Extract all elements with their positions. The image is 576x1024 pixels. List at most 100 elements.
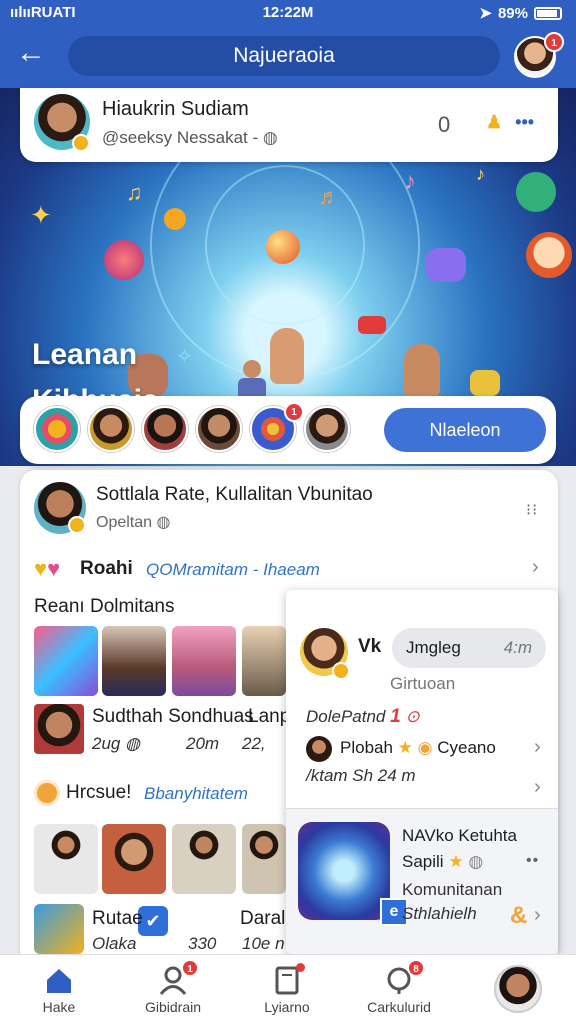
item2-meta-b: 330 (188, 934, 217, 953)
thumbnail[interactable] (242, 824, 286, 894)
more-dots-icon[interactable]: ⁝⁝ (526, 500, 538, 520)
popup-line1: DolePatnd 1 ⊙ (306, 706, 420, 727)
row2-label[interactable]: Hrcsue! (66, 782, 131, 804)
bell-icon[interactable]: ♟ (486, 112, 502, 132)
coin-icon: ◉ (417, 738, 433, 757)
notification-badge: 1 (544, 32, 564, 52)
item1-extra: Lanp (248, 706, 291, 727)
hand-illustration (270, 328, 304, 384)
popup-row-title[interactable]: Plobah ★ ◉ Cyeano (340, 738, 496, 758)
battery-percent: 89% (497, 4, 528, 22)
verified-badge-icon (72, 134, 90, 152)
nav-badge: 8 (407, 959, 425, 977)
nav-profile-avatar[interactable] (494, 965, 542, 1013)
bubble-icon (104, 240, 144, 280)
popup-card: Vk Jmgleg 4:m Girtuoan DolePatnd 1 ⊙ Plo… (286, 590, 558, 954)
item1-title[interactable]: Sudthah Sondhuas (92, 706, 254, 728)
story-avatar[interactable] (196, 406, 242, 452)
battery-icon (534, 6, 562, 20)
row1-label[interactable]: Roahi (80, 558, 133, 580)
globe-icon: ◍ (262, 128, 278, 147)
verified-badge-icon (332, 662, 350, 680)
author-handle: @seeksy Nessakat - ◍ (102, 128, 278, 147)
popup-card-image[interactable] (298, 822, 390, 920)
stories-row: 1 Nlaeleon (20, 396, 556, 464)
author-count: 0 (438, 112, 451, 137)
thumbnail[interactable] (34, 824, 98, 894)
popup-card-line2: Sthlahielh (402, 904, 477, 923)
coin-icon (34, 780, 60, 806)
candy-icon (358, 316, 386, 334)
story-avatar[interactable] (34, 406, 80, 452)
location-icon: ➤ (479, 5, 492, 22)
chevron-right-icon[interactable]: › (534, 736, 541, 759)
row1-link[interactable]: QOMramitam - Ihaeam (146, 560, 320, 580)
back-arrow-icon[interactable]: ← (16, 38, 52, 70)
music-note-icon: ♪ (476, 164, 485, 184)
thumbnail[interactable] (102, 626, 166, 696)
thumbnail[interactable] (242, 626, 286, 696)
popup-card-line: Komunitanan (402, 880, 503, 899)
thumbnail[interactable] (172, 824, 236, 894)
item2-meta-a: Olaka (92, 934, 137, 953)
story-avatar[interactable] (142, 406, 188, 452)
hearts-icon: ♥♥ (34, 556, 61, 581)
verified-badge-icon (68, 516, 86, 534)
book-icon (271, 963, 305, 995)
nav-badge: 1 (181, 959, 199, 977)
popup-card-title[interactable]: NAVko Ketuhta (402, 826, 517, 846)
globe-icon: ◍ (125, 734, 140, 753)
star-icon: ★ (448, 852, 464, 871)
row-avatar[interactable] (306, 736, 332, 762)
music-note-icon: ♬ (318, 184, 340, 209)
ball-icon (266, 230, 300, 264)
thumbnail[interactable] (102, 824, 166, 894)
section-title: Reanı Dolmitans (34, 596, 175, 617)
coin-icon: & (510, 902, 528, 929)
item2-title[interactable]: Rutae (92, 908, 143, 930)
shape-icon (470, 370, 500, 396)
author-card[interactable]: Hiaukrin Sudiam @seeksy Nessakat - ◍ 0 ♟… (20, 88, 558, 162)
chevron-right-icon[interactable]: › (534, 904, 541, 927)
author-name[interactable]: Hiaukrin Sudiam (102, 98, 249, 121)
popup-name[interactable]: Vk (358, 636, 381, 658)
more-dots-icon[interactable]: ••• (515, 112, 534, 132)
item1-meta-c: 22, (242, 734, 266, 753)
page-title[interactable]: Najueraoia (68, 36, 500, 76)
star-icon: ✦ (30, 200, 52, 230)
item1-meta-a: 2ug ◍ (92, 734, 140, 753)
globe-icon: ◍ (156, 514, 171, 531)
status-bar: ıılııRUATI 12:22M ➤ 89% (0, 0, 576, 26)
music-note-icon: ♪ (404, 168, 416, 195)
thumbnail[interactable] (34, 626, 98, 696)
story-avatar[interactable] (88, 406, 134, 452)
item2-meta-c: 10e n (242, 934, 285, 953)
nav-notifications[interactable]: 8 Carkulurid (344, 959, 454, 1015)
sparkle-icon: ✧ (176, 346, 193, 368)
nav-people[interactable]: 1 Gibidrain (118, 959, 228, 1015)
ball-icon (164, 208, 186, 230)
chevron-right-icon[interactable]: › (534, 776, 541, 799)
globe-icon: ◍ (468, 852, 484, 871)
popup-row-sub: /ktam Sh 24 m (306, 766, 416, 785)
popup-input[interactable]: Jmgleg 4:m (392, 628, 546, 668)
puzzle-icon (426, 248, 466, 282)
music-note-icon: ♫ (126, 180, 143, 205)
bell-icon: 8 (383, 959, 425, 995)
chevron-right-icon[interactable]: › (532, 556, 539, 579)
thumbnail[interactable] (172, 626, 236, 696)
post-title[interactable]: Sottlala Rate, Kullalitan Vbunitao (96, 484, 373, 506)
alert-icon: ⊙ (405, 707, 420, 726)
item-thumbnail[interactable] (34, 704, 84, 754)
item-thumbnail[interactable] (34, 904, 84, 954)
stories-action-button[interactable]: Nlaeleon (384, 408, 546, 452)
nav-home[interactable]: Hake (4, 961, 114, 1015)
story-avatar[interactable] (304, 406, 350, 452)
more-dots-icon[interactable]: •• (526, 852, 539, 870)
row2-link[interactable]: Bbanyhitatem (144, 784, 248, 804)
nav-library[interactable]: Lyiarno (232, 961, 342, 1015)
post-subtitle: Opeltan ◍ (96, 514, 171, 531)
popup-card-sub: Sapili ★ ◍ (402, 852, 484, 871)
leaf-icon (516, 172, 556, 212)
star-icon: ★ (397, 738, 413, 757)
